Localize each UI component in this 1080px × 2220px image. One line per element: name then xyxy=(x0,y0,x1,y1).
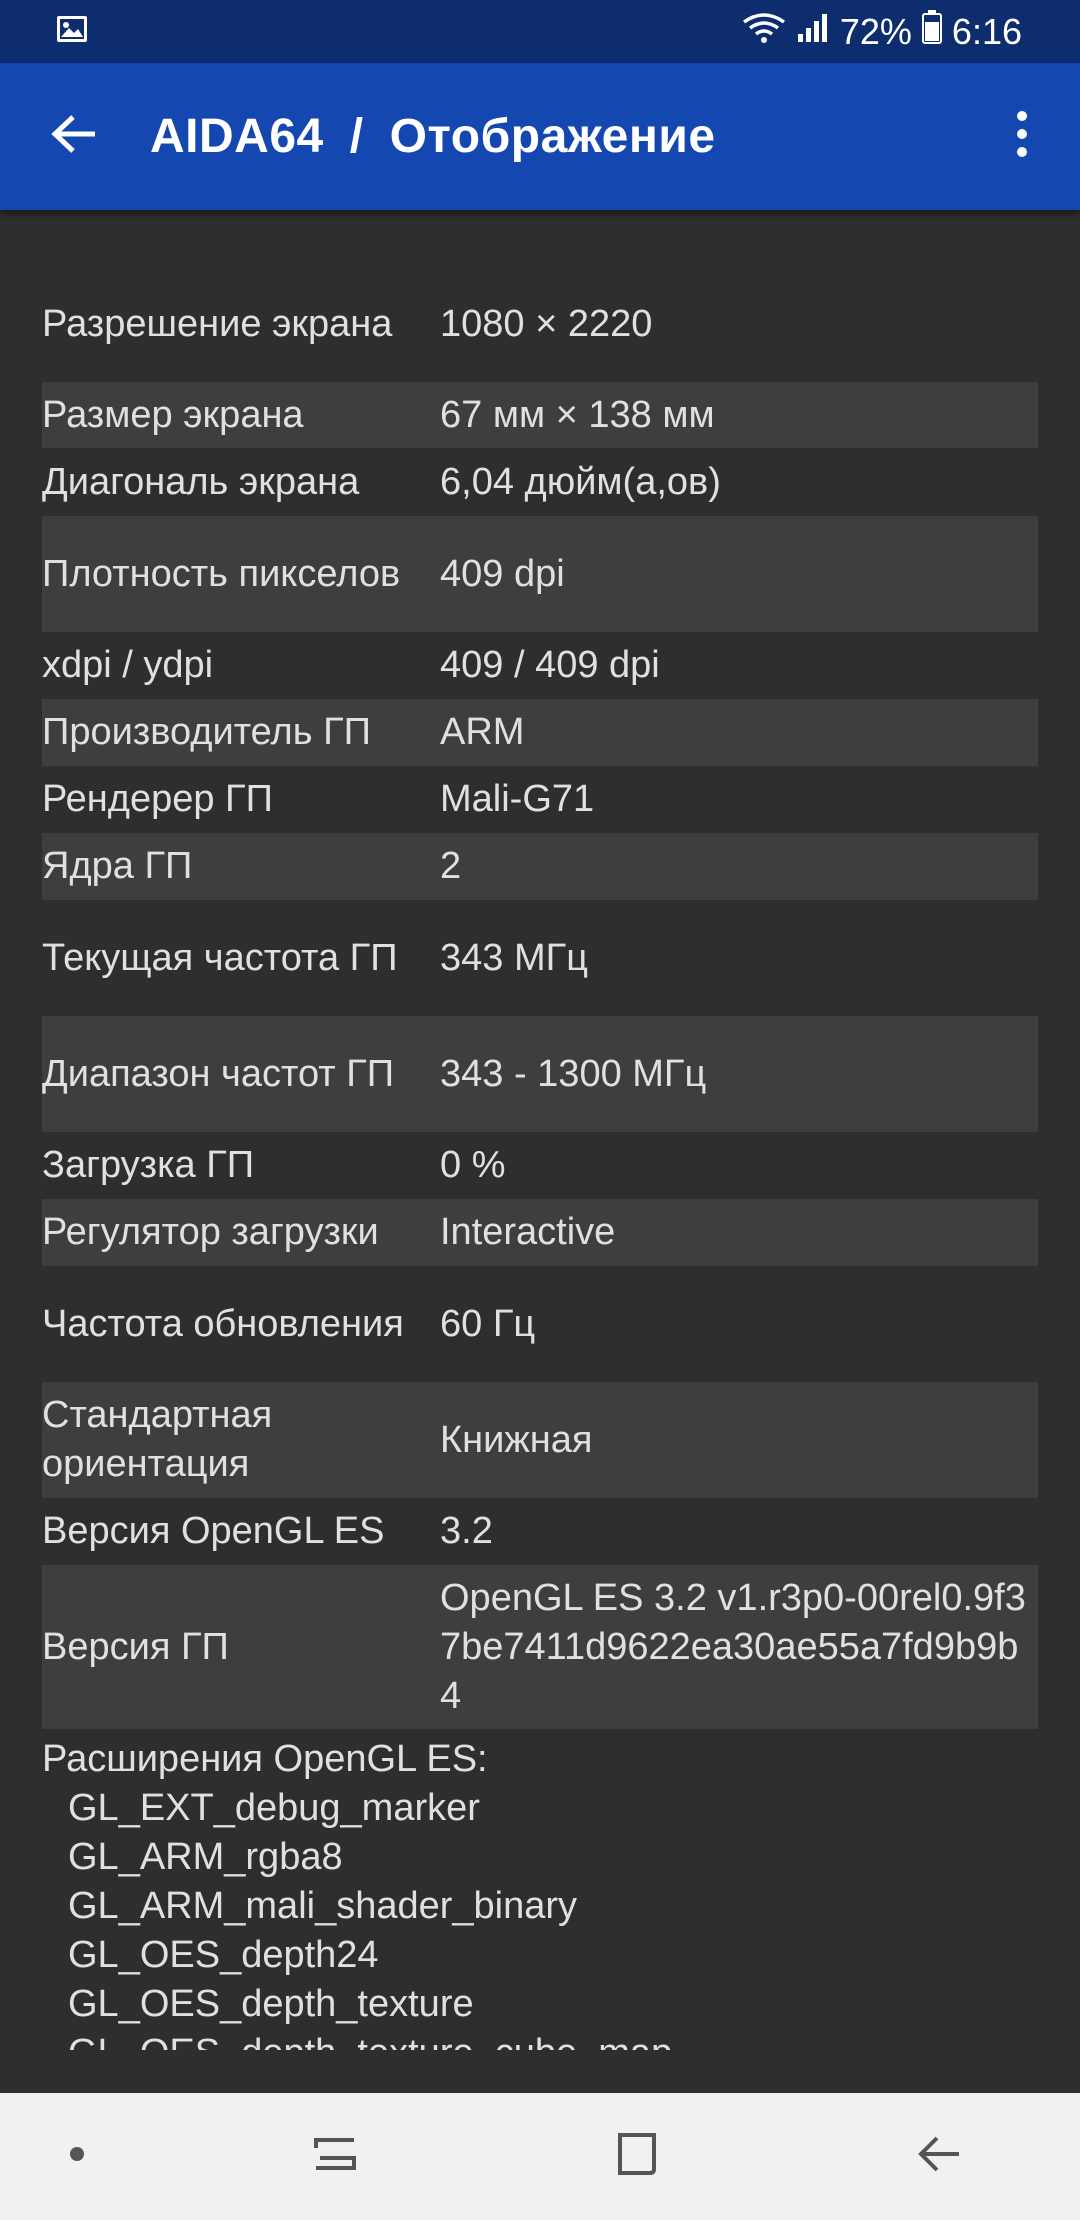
table-row: Текущая частота ГП 343 МГц xyxy=(42,900,1038,1016)
app-name: AIDA64 xyxy=(150,110,324,163)
home-icon xyxy=(614,2131,660,2182)
table-row: Плотность пикселов 409 dpi xyxy=(42,516,1038,632)
table-row: Ядра ГП 2 xyxy=(42,833,1038,900)
row-value: 2 xyxy=(440,845,462,887)
recent-apps-icon xyxy=(312,2134,358,2179)
table-row: Производитель ГП ARM xyxy=(42,699,1038,766)
row-label: Размер экрана xyxy=(42,393,304,436)
display-info-table: Разрешение экрана 1080 × 2220 Размер экр… xyxy=(42,266,1038,2078)
row-value: 343 - 1300 МГц xyxy=(440,1052,707,1095)
signal-icon xyxy=(796,11,830,53)
section-name: Отображение xyxy=(389,110,716,163)
row-value: 60 Гц xyxy=(440,1302,536,1345)
title-separator: / xyxy=(349,110,364,163)
row-value: Mali-G71 xyxy=(440,778,595,820)
table-row: Версия OpenGL ES 3.2 xyxy=(42,1498,1038,1565)
page-title: AIDA64 / Отображение xyxy=(150,109,716,164)
row-label: Регулятор загрузки xyxy=(42,1211,379,1253)
list-item: GL_ARM_mali_shader_binary xyxy=(68,1885,578,1927)
row-label: Текущая частота ГП xyxy=(42,936,398,979)
row-label: Диагональ экрана xyxy=(42,460,360,503)
nav-dot-button[interactable] xyxy=(62,2093,92,2220)
system-nav-bar xyxy=(0,2093,1080,2220)
home-button[interactable] xyxy=(577,2093,697,2220)
row-value: 1080 × 2220 xyxy=(440,302,653,345)
row-label: Частота обновления xyxy=(42,1302,404,1345)
clock: 6:16 xyxy=(951,10,1022,52)
row-label: xdpi / ydpi xyxy=(42,644,214,686)
table-row: Частота обновления 60 Гц xyxy=(42,1266,1038,1382)
row-label: Стандартная ориентация xyxy=(42,1394,273,1485)
table-row: Размер экрана 67 мм × 138 мм xyxy=(42,382,1038,448)
table-row: xdpi / ydpi 409 / 409 dpi xyxy=(42,632,1038,699)
table-row: Разрешение экрана 1080 × 2220 xyxy=(42,266,1038,382)
row-value: 67 мм × 138 мм xyxy=(440,393,715,436)
row-label: Рендерер ГП xyxy=(42,778,273,820)
row-label: Разрешение экрана xyxy=(42,302,393,345)
back-button[interactable] xyxy=(0,63,150,210)
table-row: Диапазон частот ГП 343 - 1300 МГц xyxy=(42,1016,1038,1132)
arrow-left-icon xyxy=(51,114,99,159)
battery-percent: 72% xyxy=(839,10,912,52)
list-item: GL_EXT_debug_marker xyxy=(68,1787,480,1829)
table-row: Загрузка ГП 0 % xyxy=(42,1132,1038,1199)
row-value: ARM xyxy=(440,711,525,753)
back-icon xyxy=(917,2134,963,2179)
app-bar: AIDA64 / Отображение xyxy=(0,63,1080,210)
row-label: Плотность пикселов xyxy=(42,552,401,595)
row-label: Версия ГП xyxy=(42,1625,229,1668)
row-label: Ядра ГП xyxy=(42,845,193,887)
wifi-icon xyxy=(742,11,786,53)
table-row: Версия ГП OpenGL ES 3.2 v1.r3p0-00rel0.9… xyxy=(42,1565,1038,1729)
list-item: GL_OES_depth24 xyxy=(68,1934,379,1976)
row-label: Версия OpenGL ES xyxy=(42,1510,385,1552)
back-nav-button[interactable] xyxy=(880,2093,1000,2220)
row-label: Загрузка ГП xyxy=(42,1144,255,1186)
row-value: 409 / 409 dpi xyxy=(440,644,660,686)
row-value: 409 dpi xyxy=(440,552,565,595)
more-vertical-icon xyxy=(1015,110,1029,163)
recent-apps-button[interactable] xyxy=(275,2093,395,2220)
row-value: 3.2 xyxy=(440,1510,493,1552)
list-item: GL_ARM_rgba8 xyxy=(68,1836,343,1878)
status-bar: 72% 6:16 xyxy=(0,0,1080,63)
row-value: Книжная xyxy=(440,1418,593,1461)
row-value: 0 % xyxy=(440,1144,506,1186)
table-row: Стандартная ориентация Книжная xyxy=(42,1382,1038,1498)
list-item: GL_OES_depth_texture xyxy=(68,1983,474,2025)
row-value: Interactive xyxy=(440,1211,616,1253)
content-scroll[interactable]: Разрешение экрана 1080 × 2220 Размер экр… xyxy=(0,210,1080,2090)
extensions-list: GL_EXT_debug_marker GL_ARM_rgba8 GL_ARM_… xyxy=(42,1784,1038,2078)
battery-icon xyxy=(921,10,942,53)
row-value: 343 МГц xyxy=(440,936,588,979)
overflow-menu-button[interactable] xyxy=(982,63,1062,210)
row-value: 6,04 дюйм(а,ов) xyxy=(440,460,721,503)
row-value: OpenGL ES 3.2 v1.r3p0-00rel0.9f37be7411d… xyxy=(440,1576,1026,1717)
dot-icon xyxy=(69,2146,85,2167)
image-icon xyxy=(56,15,88,48)
table-row: Регулятор загрузки Interactive xyxy=(42,1199,1038,1266)
extensions-title: Расширения OpenGL ES: xyxy=(42,1738,488,1780)
row-label: Диапазон частот ГП xyxy=(42,1052,395,1095)
scroll-clip xyxy=(0,2050,1080,2090)
row-label: Производитель ГП xyxy=(42,711,371,753)
table-row: Рендерер ГП Mali-G71 xyxy=(42,766,1038,833)
table-row: Диагональ экрана 6,04 дюйм(а,ов) xyxy=(42,448,1038,516)
